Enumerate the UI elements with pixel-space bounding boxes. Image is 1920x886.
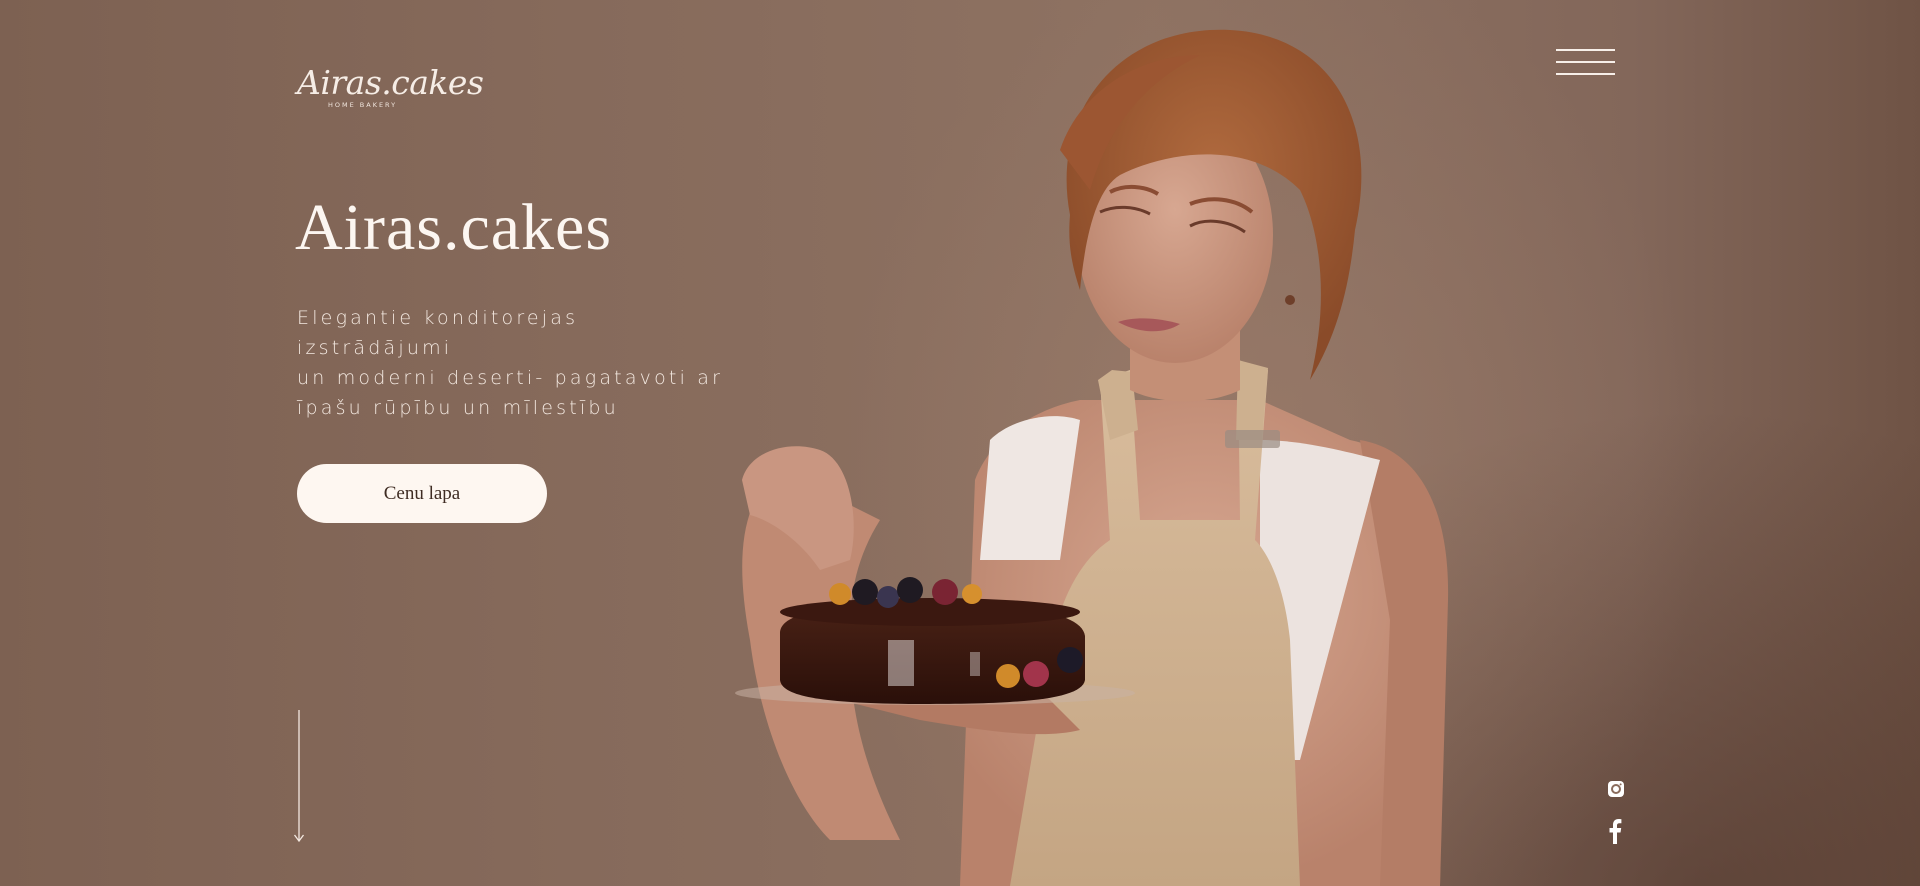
brand-logo[interactable]: Airas.cakes HOME BAKERY	[297, 63, 484, 109]
tagline-line: un moderni deserti- pagatavoti ar	[297, 367, 724, 389]
scroll-down-arrow-icon[interactable]	[292, 710, 308, 845]
tagline-line: īpašu rūpību un mīlestību	[297, 397, 619, 419]
menu-line	[1556, 61, 1615, 63]
baker-with-cake-photo	[735, 29, 1449, 886]
facebook-icon[interactable]	[1606, 818, 1624, 844]
hero-section: Airas.cakes HOME BAKERY Airas.cakes Eleg…	[0, 0, 1920, 886]
instagram-icon[interactable]	[1607, 780, 1625, 798]
menu-line	[1556, 49, 1615, 51]
hero-title: Airas.cakes	[295, 191, 613, 264]
price-list-button[interactable]: Cenu lapa	[297, 464, 547, 523]
tagline-line: Elegantie konditorejas izstrādājumi	[297, 307, 579, 359]
logo-tagline: HOME BAKERY	[328, 101, 398, 109]
menu-line	[1556, 73, 1615, 75]
logo-wordmark: Airas.cakes	[297, 63, 484, 102]
hero-tagline: Elegantie konditorejas izstrādājumi un m…	[297, 303, 737, 423]
hamburger-menu-icon[interactable]	[1556, 49, 1615, 77]
